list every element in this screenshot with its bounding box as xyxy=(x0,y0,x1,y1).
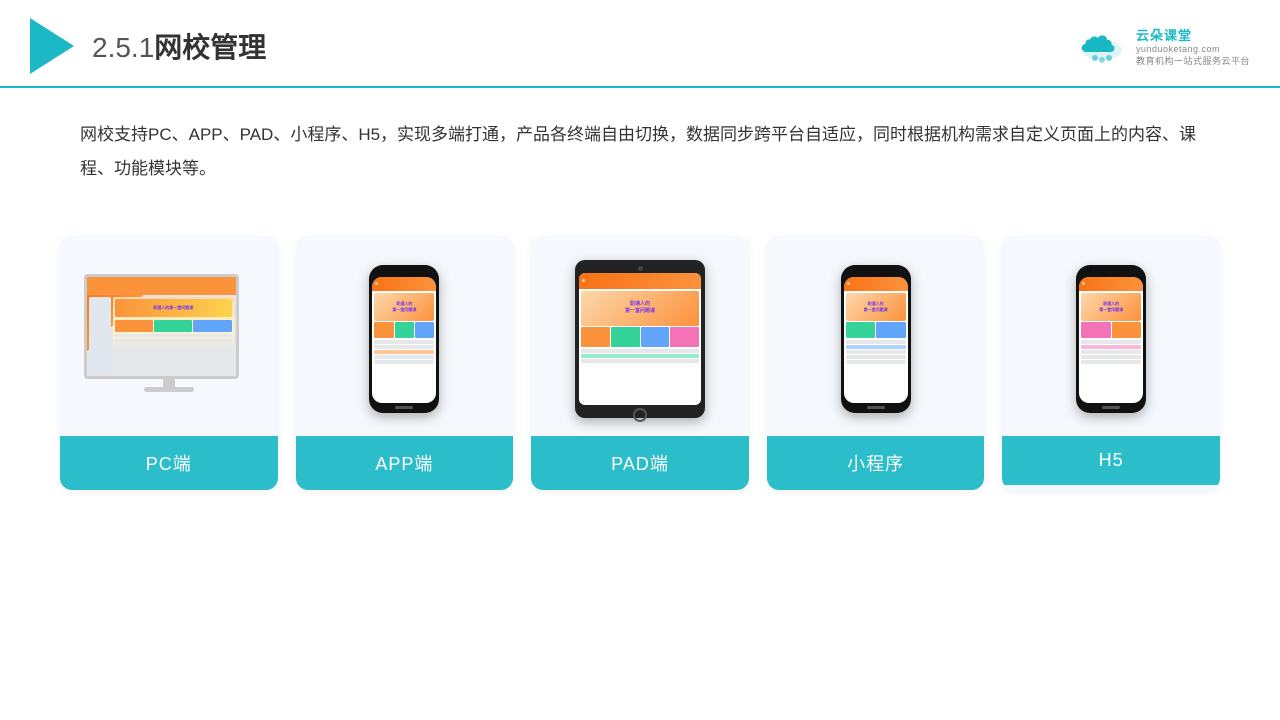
app-phone-screen: 职通人的第一堂问题课 xyxy=(372,277,436,403)
pc-mockup: 职通人的第一堂问题课 xyxy=(84,274,254,404)
card-pc-image: 职通人的第一堂问题课 xyxy=(60,236,278,436)
header: 2.5.1网校管理 云朵课堂 yunduoketang.com 教育机构一站式服… xyxy=(0,0,1280,88)
pad-tablet-screen: 职通人的第一堂问题课 xyxy=(579,273,701,405)
logo-tagline: 教育机构一站式服务云平台 xyxy=(1136,54,1250,67)
card-miniprogram: 职通人的第一堂问题课 xyxy=(767,236,985,490)
page-title: 2.5.1网校管理 xyxy=(92,26,266,66)
card-miniprogram-label: 小程序 xyxy=(767,436,985,490)
miniprogram-phone-screen: 职通人的第一堂问题课 xyxy=(844,277,908,403)
card-h5-label: H5 xyxy=(1002,436,1220,485)
card-pad-image: 职通人的第一堂问题课 xyxy=(531,236,749,436)
logo-url: yunduoketang.com xyxy=(1136,44,1220,54)
card-pad: 职通人的第一堂问题课 xyxy=(531,236,749,490)
h5-phone-screen: 职通人的第一堂问题课 xyxy=(1079,277,1143,403)
logo-area: 云朵课堂 yunduoketang.com 教育机构一站式服务云平台 xyxy=(1076,25,1250,67)
card-h5-image: 职通人的第一堂问题课 xyxy=(1002,236,1220,436)
play-icon xyxy=(30,18,74,74)
cloud-icon xyxy=(1076,28,1128,64)
app-phone-mockup: 职通人的第一堂问题课 xyxy=(369,265,439,413)
pc-screen: 职通人的第一堂问题课 xyxy=(84,274,239,379)
card-app-label: APP端 xyxy=(296,436,514,490)
miniprogram-phone-mockup: 职通人的第一堂问题课 xyxy=(841,265,911,413)
description: 网校支持PC、APP、PAD、小程序、H5，实现多端打通，产品各终端自由切换，数… xyxy=(0,88,1280,196)
card-app-image: 职通人的第一堂问题课 xyxy=(296,236,514,436)
card-miniprogram-image: 职通人的第一堂问题课 xyxy=(767,236,985,436)
header-left: 2.5.1网校管理 xyxy=(30,18,266,74)
card-app: 职通人的第一堂问题课 xyxy=(296,236,514,490)
cards-container: 职通人的第一堂问题课 xyxy=(0,206,1280,510)
h5-phone-mockup: 职通人的第一堂问题课 xyxy=(1076,265,1146,413)
card-pc-label: PC端 xyxy=(60,436,278,490)
logo-text: 云朵课堂 yunduoketang.com 教育机构一站式服务云平台 xyxy=(1136,25,1250,67)
logo-name: 云朵课堂 xyxy=(1136,25,1192,44)
description-text: 网校支持PC、APP、PAD、小程序、H5，实现多端打通，产品各终端自由切换，数… xyxy=(80,125,1196,178)
title-text: 网校管理 xyxy=(154,32,266,63)
pad-tablet-mockup: 职通人的第一堂问题课 xyxy=(575,260,705,418)
card-pc: 职通人的第一堂问题课 xyxy=(60,236,278,490)
card-pad-label: PAD端 xyxy=(531,436,749,490)
title-number: 2.5.1 xyxy=(92,32,154,63)
card-h5: 职通人的第一堂问题课 xyxy=(1002,236,1220,490)
